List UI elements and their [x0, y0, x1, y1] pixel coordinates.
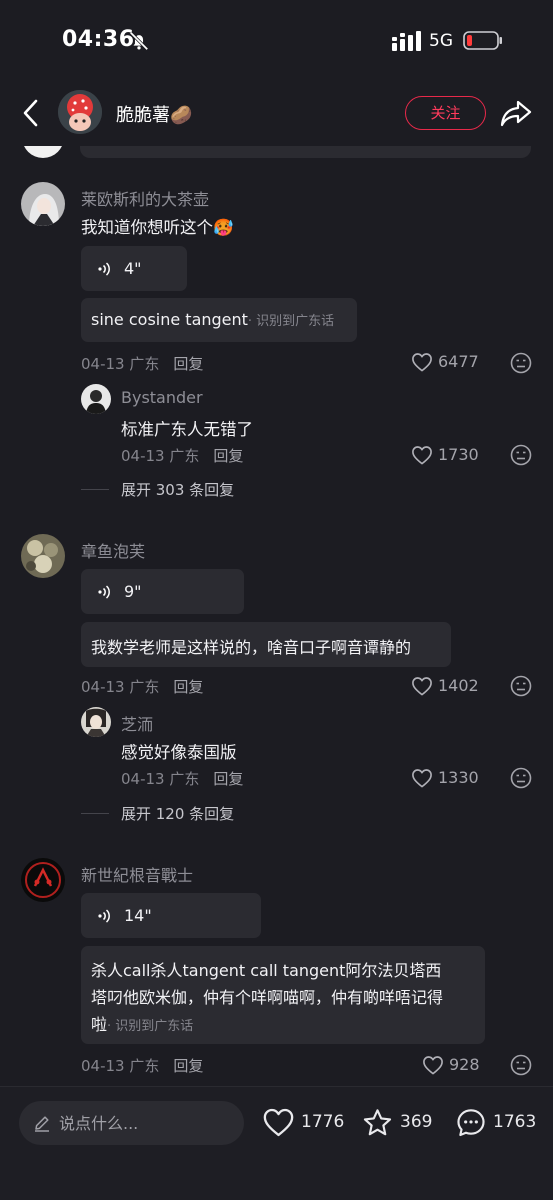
dislike-face-icon[interactable]	[510, 675, 532, 697]
like-count: 928	[449, 1055, 480, 1074]
like-button[interactable]: 1330	[411, 767, 491, 791]
pencil-icon	[35, 1116, 49, 1132]
comment-date-location: 04-13 广东	[81, 1057, 160, 1075]
avatar[interactable]	[81, 707, 111, 737]
comment-date-location: 04-13 广东	[81, 355, 160, 373]
reply-text: 感觉好像泰国版	[121, 743, 237, 762]
battery-icon	[463, 31, 502, 50]
avatar[interactable]	[21, 858, 65, 902]
comments-button[interactable]: 1763	[455, 1105, 537, 1141]
comment-bubble-icon	[457, 1109, 485, 1137]
share-icon[interactable]	[499, 98, 533, 128]
voice-message[interactable]: 14"	[81, 893, 261, 938]
voice-message[interactable]: 4"	[81, 246, 187, 291]
reply-button[interactable]: 回复	[173, 678, 203, 696]
comment-username[interactable]: 莱欧斯利的大茶壶	[81, 186, 209, 210]
comment-text: 我知道你想听这个🥵	[81, 218, 234, 237]
author-name[interactable]: 脆脆薯🥔	[116, 101, 192, 127]
avatar[interactable]	[21, 534, 65, 578]
expand-replies-button[interactable]: 展开 120 条回复	[121, 803, 234, 824]
status-time: 04:36	[62, 27, 135, 52]
comment-meta: 04-13 广东 回复	[81, 1055, 203, 1076]
reply-username[interactable]: Bystander	[121, 388, 203, 407]
transcript-text: 我数学老师是这样说的，啥音口子啊音谭静的	[91, 638, 412, 657]
voice-duration: 14"	[124, 906, 152, 925]
network-type: 5G	[429, 31, 453, 51]
mute-bell-icon	[129, 31, 149, 51]
previous-comment-card	[80, 146, 531, 158]
reply-button[interactable]: 回复	[173, 355, 203, 373]
reply-date-location: 04-13 广东	[121, 447, 200, 465]
comment-list[interactable]: 莱欧斯利的大茶壶 我知道你想听这个🥵 4" sine cosine tangen…	[0, 146, 553, 1086]
heart-icon	[412, 769, 432, 788]
like-button[interactable]: 1402	[411, 675, 491, 699]
reply-button[interactable]: 回复	[213, 447, 243, 465]
comment-username[interactable]: 新世紀根音戰士	[81, 862, 193, 886]
like-count: 1402	[438, 676, 479, 695]
author-avatar[interactable]	[58, 90, 102, 134]
dislike-face-icon[interactable]	[510, 1054, 532, 1076]
divider	[81, 813, 109, 814]
voice-duration: 9"	[124, 582, 142, 601]
voice-transcript: 杀人call杀人tangent call tangent阿尔法贝塔西 塔叼他欧米…	[81, 946, 485, 1044]
avatar	[22, 146, 64, 158]
like-count: 1730	[438, 445, 479, 464]
header-bar: 脆脆薯🥔 关注	[0, 80, 553, 146]
transcript-note: · 识别到广东话	[107, 1019, 194, 1034]
like-button[interactable]: 928	[422, 1054, 492, 1078]
voice-duration: 4"	[124, 259, 142, 278]
transcript-note: · 识别到广东话	[247, 314, 335, 329]
expand-replies-button[interactable]: 展开 303 条回复	[121, 479, 234, 500]
status-bar: 04:36 5G	[0, 0, 553, 80]
star-icon	[363, 1109, 392, 1136]
signal-icon	[392, 31, 421, 51]
like-count: 1776	[301, 1112, 345, 1132]
dislike-face-icon[interactable]	[510, 352, 532, 374]
avatar[interactable]	[81, 384, 111, 414]
follow-button[interactable]: 关注	[405, 96, 486, 130]
reply-text: 标准广东人无错了	[121, 420, 253, 439]
dislike-face-icon[interactable]	[510, 444, 532, 466]
reply-meta: 04-13 广东 回复	[121, 445, 243, 466]
comment-meta: 04-13 广东 回复	[81, 676, 203, 697]
like-button[interactable]: 6477	[411, 351, 491, 375]
voice-wave-icon	[98, 909, 110, 923]
voice-transcript: 我数学老师是这样说的，啥音口子啊音谭静的	[81, 622, 451, 667]
comment-date-location: 04-13 广东	[81, 678, 160, 696]
reply-button[interactable]: 回复	[173, 1057, 203, 1075]
comment-input-box[interactable]	[19, 1101, 244, 1145]
divider	[81, 489, 109, 490]
reply-meta: 04-13 广东 回复	[121, 768, 243, 789]
voice-wave-icon	[98, 585, 110, 599]
heart-icon	[423, 1056, 443, 1075]
voice-transcript: sine cosine tangent· 识别到广东话	[81, 298, 357, 342]
comment-username[interactable]: 章鱼泡芙	[81, 538, 145, 562]
back-arrow-icon[interactable]	[20, 98, 42, 128]
transcript-line: 塔叼他欧米伽，仲有个咩啊喵啊，仲有啲咩唔记得	[91, 988, 444, 1007]
comment-input[interactable]	[59, 1101, 234, 1145]
like-post-button[interactable]: 1776	[262, 1105, 344, 1141]
heart-icon	[412, 353, 432, 372]
heart-icon	[412, 677, 432, 696]
transcript-line: 啦	[91, 1015, 108, 1034]
voice-message[interactable]: 9"	[81, 569, 244, 614]
transcript-line: 杀人call杀人tangent call tangent阿尔法贝塔西	[91, 961, 442, 980]
heart-icon	[412, 446, 432, 465]
comment-count: 1763	[493, 1112, 537, 1132]
reply-username[interactable]: 芝洏	[121, 711, 153, 735]
favorite-button[interactable]: 369	[361, 1105, 437, 1141]
transcript-text: sine cosine tangent	[91, 310, 248, 329]
comment-meta: 04-13 广东 回复	[81, 353, 203, 374]
avatar[interactable]	[21, 182, 65, 226]
reply-date-location: 04-13 广东	[121, 770, 200, 788]
voice-wave-icon	[98, 262, 110, 276]
like-button[interactable]: 1730	[411, 444, 491, 468]
favorite-count: 369	[400, 1112, 433, 1132]
reply-button[interactable]: 回复	[213, 770, 243, 788]
dislike-face-icon[interactable]	[510, 767, 532, 789]
like-count: 1330	[438, 768, 479, 787]
like-count: 6477	[438, 352, 479, 371]
bottom-action-bar: 1776 369 1763	[0, 1086, 553, 1200]
heart-icon	[263, 1108, 294, 1137]
